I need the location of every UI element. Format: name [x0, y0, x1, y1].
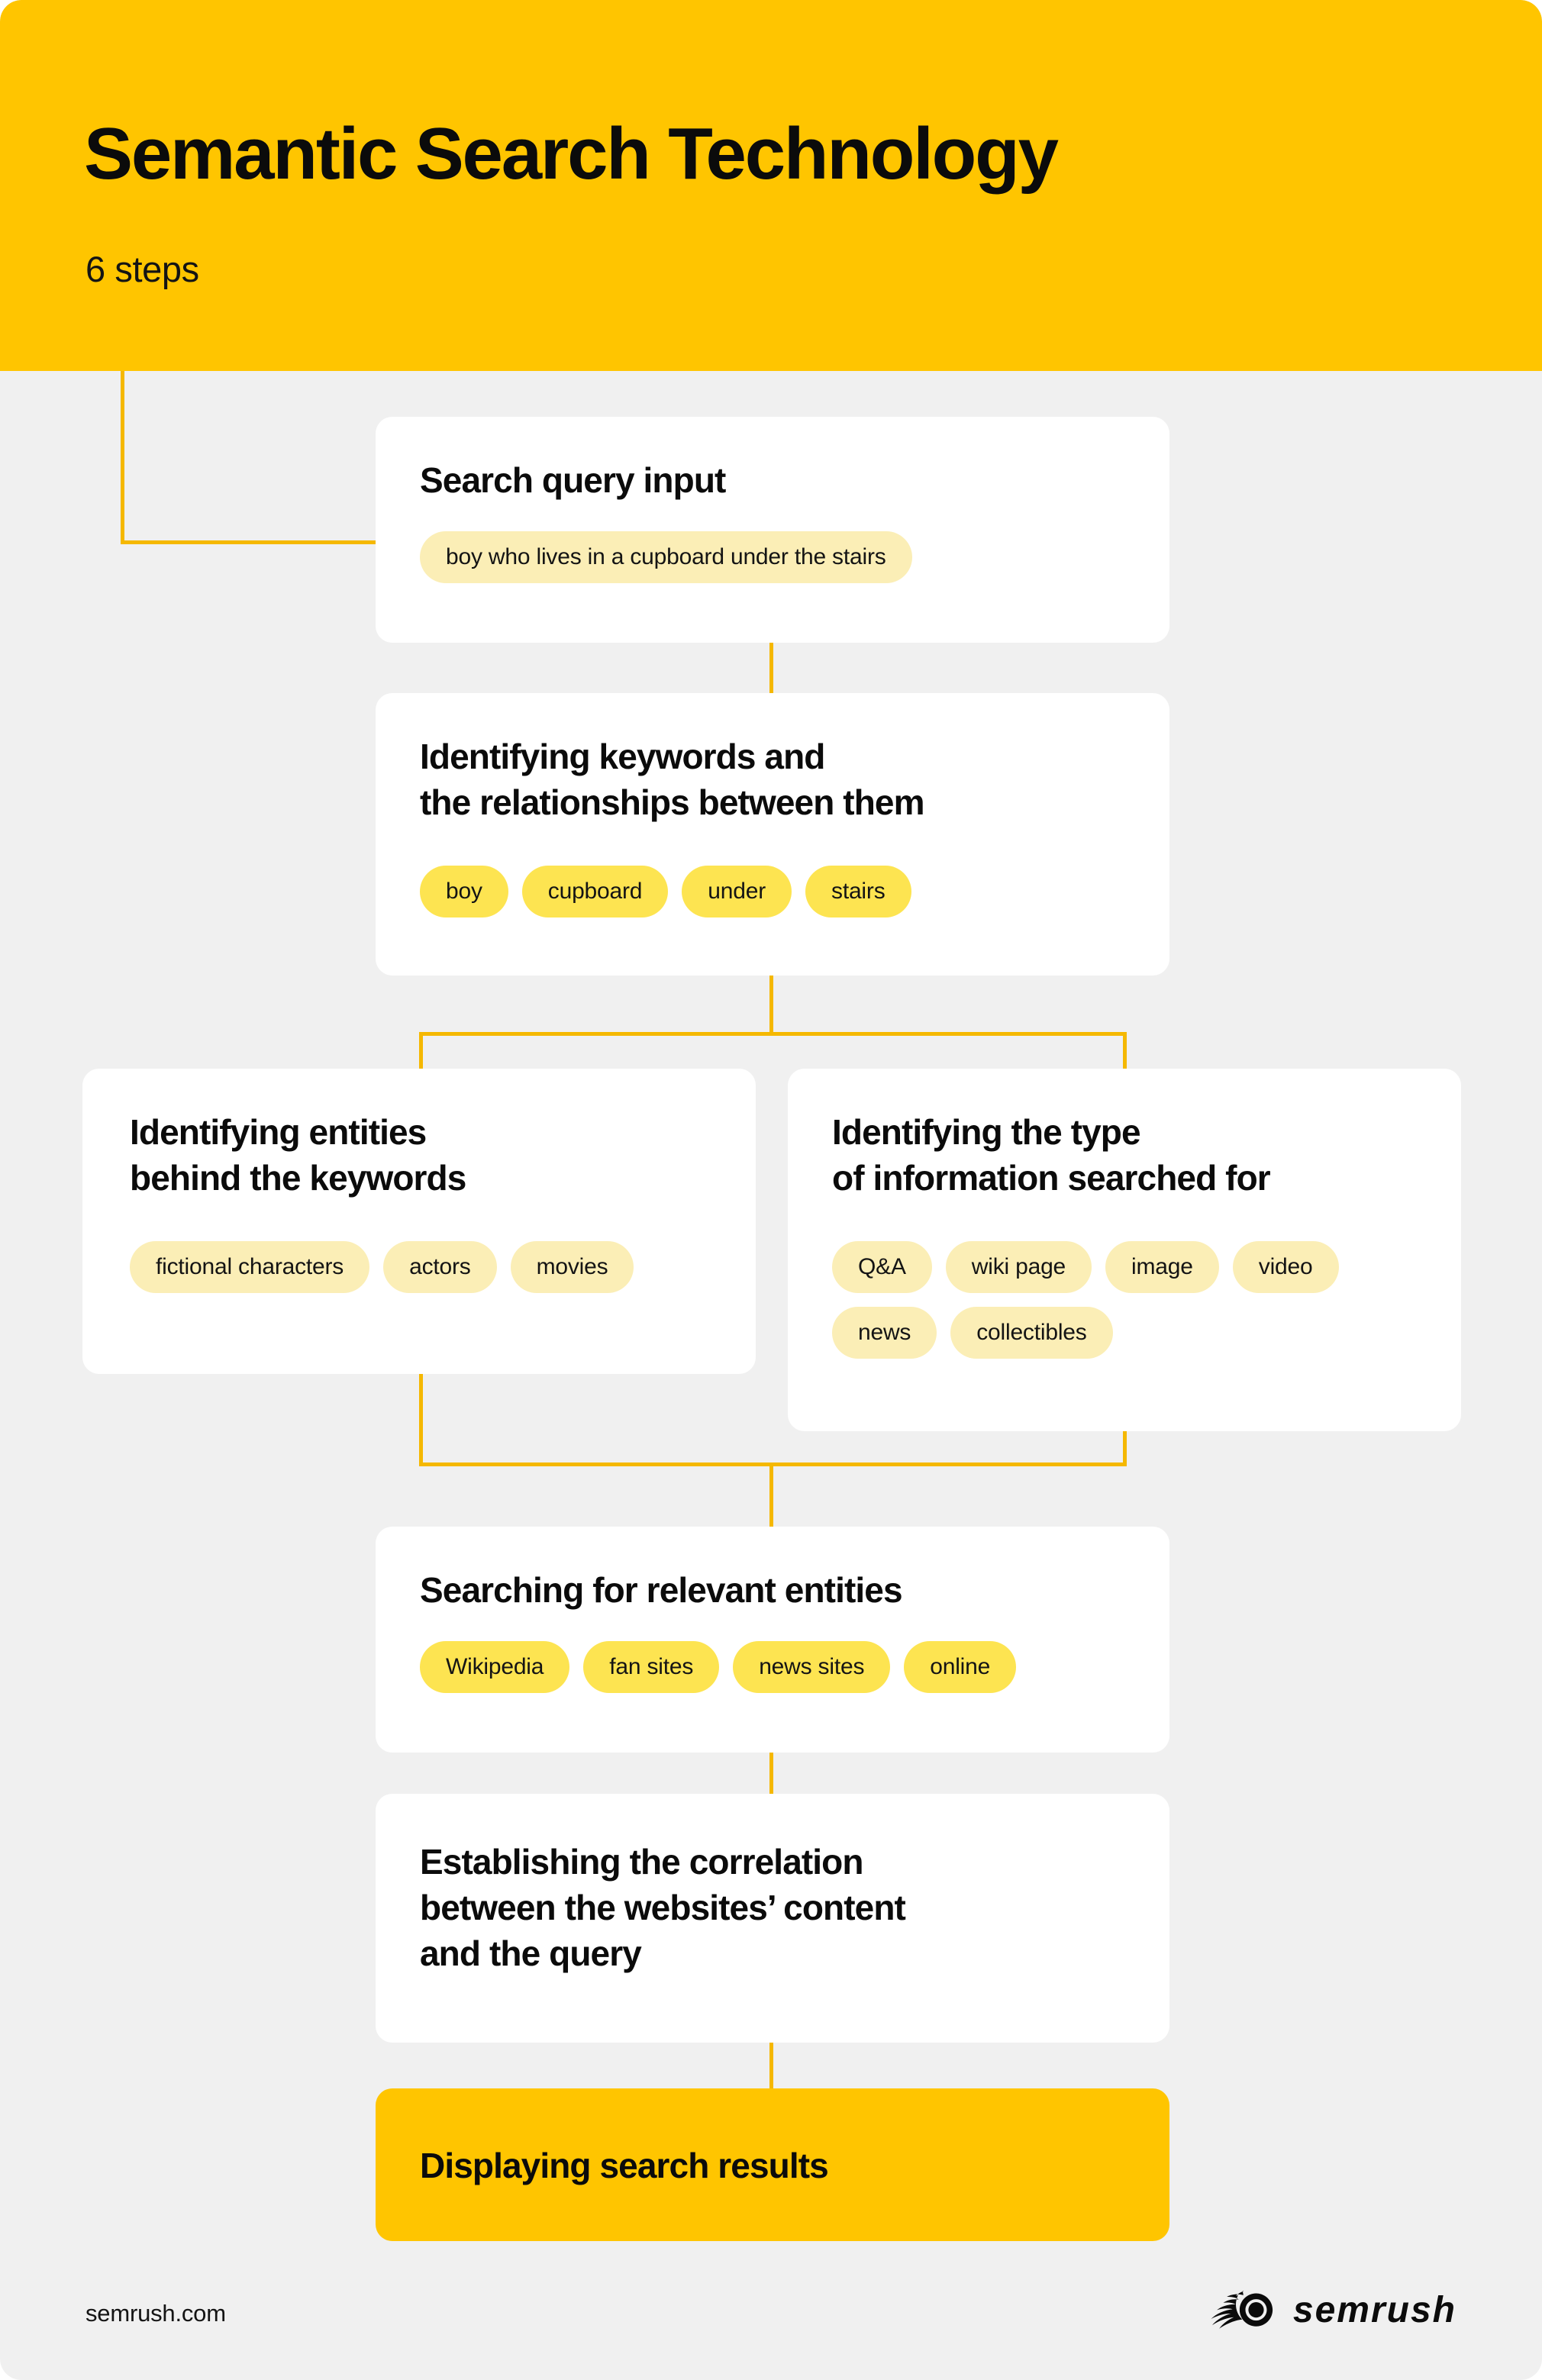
- connector-step1-to-step2: [769, 643, 773, 695]
- connector-step2-branch-bar: [419, 1032, 1127, 1036]
- page-subtitle: 6 steps: [85, 249, 199, 289]
- step-card-displaying-search-results[interactable]: Displaying search results: [376, 2088, 1169, 2241]
- step-card-identifying-information-type[interactable]: Identifying the type of information sear…: [788, 1069, 1461, 1431]
- connector-merge-to-step5: [769, 1463, 773, 1530]
- step-title: Search query input: [420, 460, 726, 500]
- page-title: Semantic Search Technology: [84, 113, 1059, 195]
- step-card-identifying-keywords[interactable]: Identifying keywords and the relationshi…: [376, 693, 1169, 976]
- pill-item[interactable]: boy who lives in a cupboard under the st…: [420, 531, 912, 583]
- connector-step3-to-merge: [419, 1373, 423, 1465]
- connector-header-to-step1-horizontal: [121, 540, 380, 544]
- pill-item[interactable]: actors: [383, 1241, 497, 1293]
- pill-item[interactable]: boy: [420, 866, 508, 917]
- header-banner: Semantic Search Technology 6 steps: [0, 0, 1542, 371]
- pill-item[interactable]: online: [904, 1641, 1017, 1693]
- step-pill-row: fictional characters actors movies: [130, 1241, 725, 1293]
- step-pill-row: Wikipedia fan sites news sites online: [420, 1641, 1130, 1693]
- pill-item[interactable]: cupboard: [521, 866, 669, 917]
- connector-step2-branch-stem: [769, 973, 773, 1034]
- step-title: Displaying search results: [420, 2146, 829, 2185]
- step-title: Searching for relevant entities: [420, 1570, 903, 1610]
- step-card-search-query-input[interactable]: Search query input boy who lives in a cu…: [376, 417, 1169, 643]
- step-title: Identifying entities behind the keywords: [130, 1112, 466, 1198]
- footer-website-url[interactable]: semrush.com: [85, 2300, 226, 2327]
- pill-item[interactable]: video: [1232, 1241, 1339, 1293]
- pill-item[interactable]: Q&A: [832, 1241, 932, 1293]
- pill-item[interactable]: news sites: [733, 1641, 891, 1693]
- step-pill-row: boy who lives in a cupboard under the st…: [420, 531, 1130, 583]
- connector-step6-to-step7: [769, 2040, 773, 2090]
- step-pill-row: boy cupboard under stairs: [420, 866, 1130, 917]
- connector-header-to-step1-vertical: [121, 371, 124, 544]
- pill-item[interactable]: Wikipedia: [420, 1641, 570, 1693]
- pill-item[interactable]: wiki page: [945, 1241, 1092, 1293]
- step-card-identifying-entities[interactable]: Identifying entities behind the keywords…: [82, 1069, 756, 1374]
- step-title: Identifying the type of information sear…: [832, 1112, 1271, 1198]
- pill-item[interactable]: fictional characters: [130, 1241, 370, 1293]
- connector-step4-to-merge: [1123, 1429, 1127, 1465]
- step-title: Identifying keywords and the relationshi…: [420, 737, 924, 822]
- pill-item[interactable]: movies: [510, 1241, 634, 1293]
- pill-item[interactable]: image: [1105, 1241, 1219, 1293]
- connector-step5-to-step6: [769, 1750, 773, 1797]
- step-card-searching-relevant-entities[interactable]: Searching for relevant entities Wikipedi…: [376, 1527, 1169, 1753]
- pill-item[interactable]: news: [832, 1307, 937, 1359]
- pill-item[interactable]: collectibles: [950, 1307, 1113, 1359]
- semrush-comet-icon: [1197, 2288, 1279, 2331]
- step-card-establishing-correlation[interactable]: Establishing the correlation between the…: [376, 1794, 1169, 2043]
- semrush-logo[interactable]: semrush: [1197, 2288, 1457, 2331]
- pill-item[interactable]: fan sites: [583, 1641, 720, 1693]
- step-pill-row: Q&A wiki page image video news collectib…: [832, 1241, 1435, 1359]
- step-title: Establishing the correlation between the…: [420, 1842, 906, 1973]
- pill-item[interactable]: stairs: [805, 866, 911, 917]
- semrush-wordmark: semrush: [1292, 2289, 1457, 2330]
- infographic-poster: Semantic Search Technology 6 steps Searc…: [0, 0, 1542, 2380]
- pill-item[interactable]: under: [682, 866, 792, 917]
